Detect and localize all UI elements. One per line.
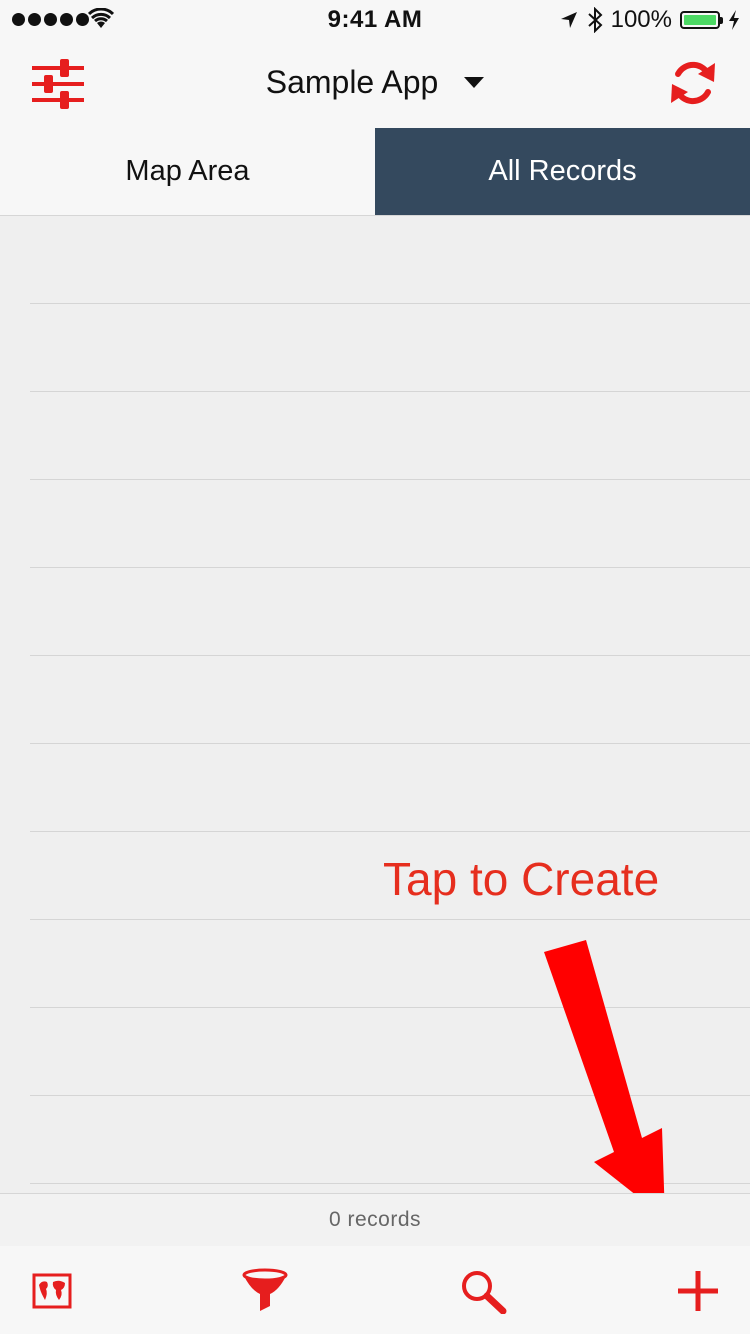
map-icon (32, 1273, 72, 1309)
sync-button[interactable] (668, 58, 718, 108)
search-button[interactable] (459, 1268, 507, 1314)
tab-map-area[interactable]: Map Area (0, 128, 375, 215)
tap-to-create-hint: Tap to Create (383, 853, 660, 905)
battery-percent: 100% (610, 6, 672, 33)
pointer-arrow-icon (544, 940, 665, 1218)
segmented-tabs: Map Area All Records (0, 128, 750, 216)
filter-button[interactable] (241, 1268, 289, 1314)
status-bar: 9:41 AM 100% (0, 0, 750, 40)
list-item (0, 480, 750, 568)
location-arrow-icon (560, 12, 577, 28)
record-count: 0 records (328, 1208, 422, 1231)
list-item (0, 392, 750, 480)
add-icon (678, 1271, 718, 1311)
caret-down-icon (464, 77, 485, 88)
list-item (0, 304, 750, 392)
nav-title: Sample App (265, 64, 439, 100)
list-item (0, 216, 750, 304)
sync-icon (671, 61, 715, 105)
record-count-bar: 0 records (0, 1193, 750, 1247)
add-record-button[interactable] (674, 1268, 722, 1314)
list-item (0, 656, 750, 744)
search-icon (462, 1271, 507, 1314)
list-item (0, 568, 750, 656)
bottom-toolbar (0, 1246, 750, 1334)
navigation-bar: Sample App (0, 40, 750, 129)
tab-all-records[interactable]: All Records (375, 128, 750, 215)
bluetooth-icon (587, 7, 603, 33)
filter-funnel-icon (242, 1268, 288, 1311)
map-button[interactable] (28, 1268, 76, 1314)
battery-icon (680, 11, 723, 29)
app-switcher[interactable]: Sample App (0, 64, 750, 101)
charging-bolt-icon (729, 10, 739, 30)
list-item (0, 744, 750, 832)
